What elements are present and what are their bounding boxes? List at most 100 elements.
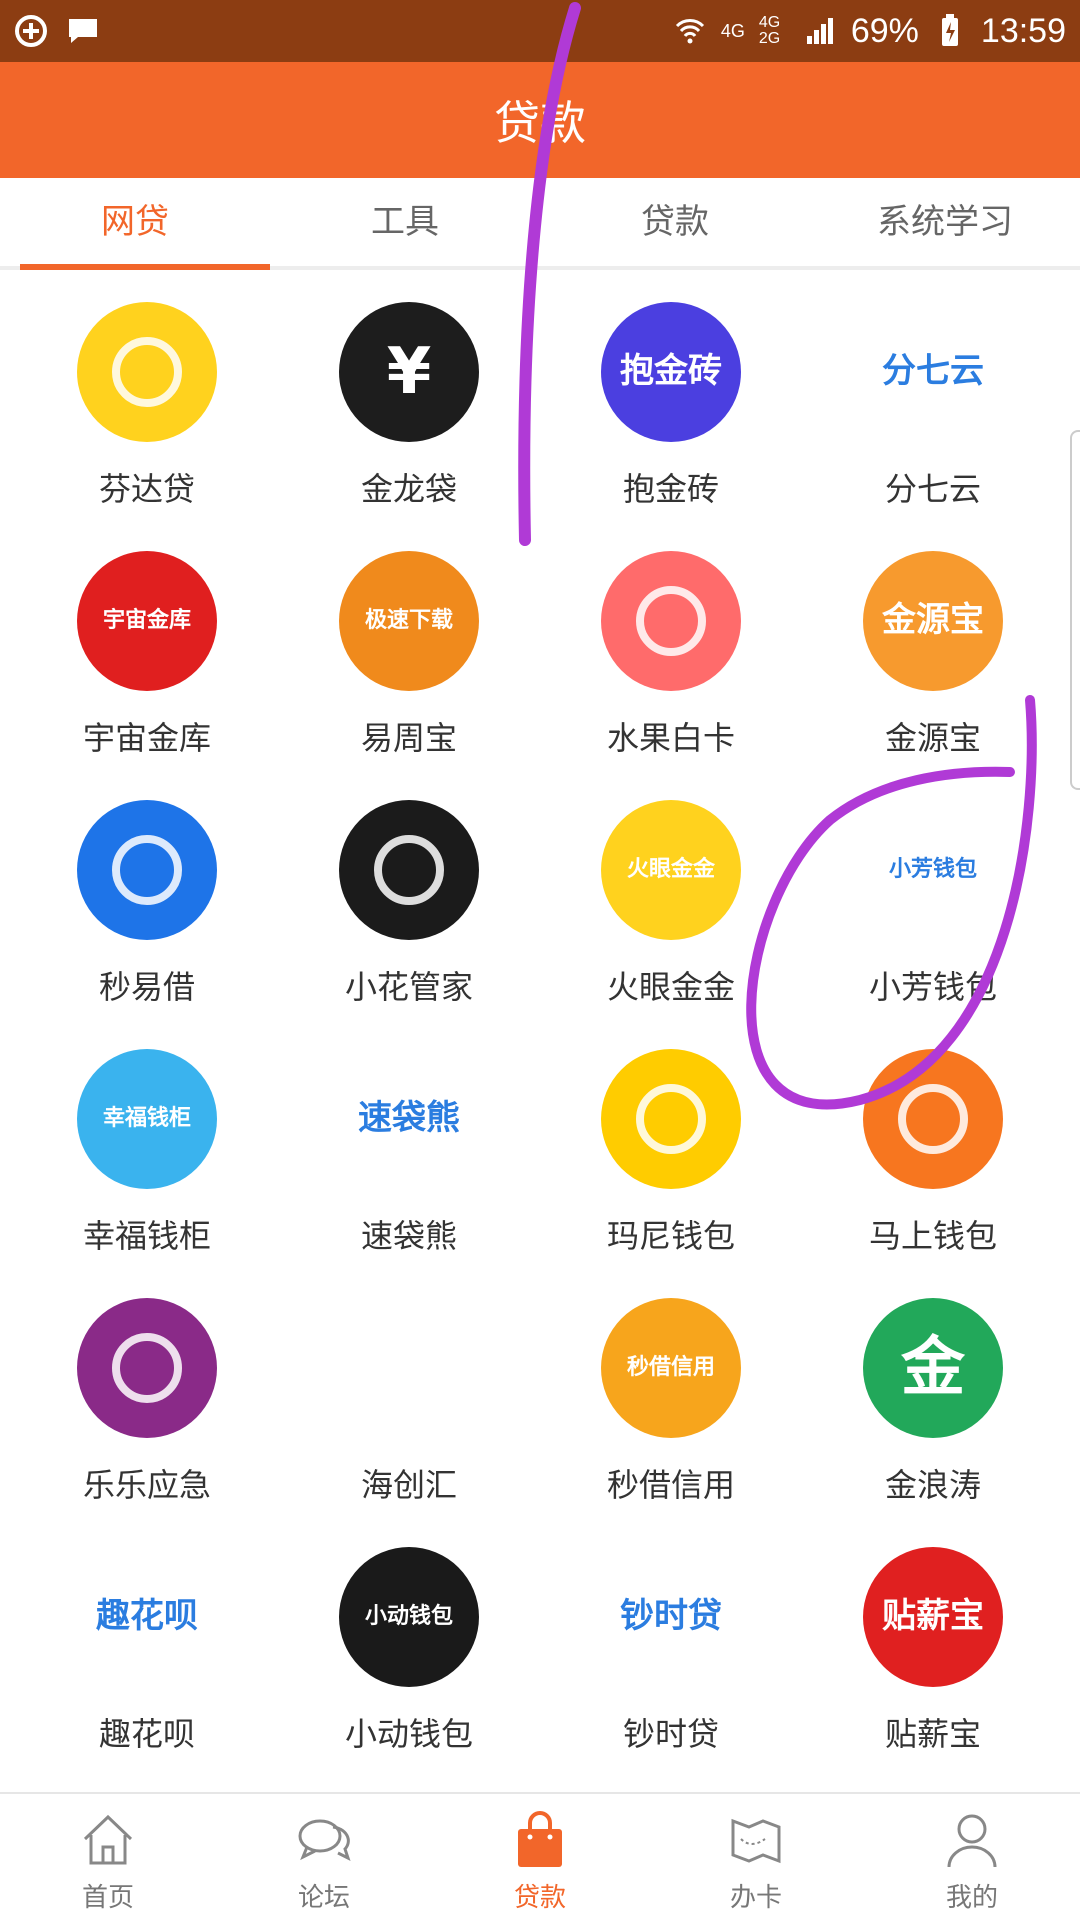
map-card-icon: [731, 1818, 781, 1864]
app-tile[interactable]: 速袋熊 速袋熊: [278, 1037, 540, 1286]
tab-loans[interactable]: 贷款: [540, 178, 810, 266]
app-tile[interactable]: ¥ 金龙袋: [278, 290, 540, 539]
icon-glyph: 小动钱包: [364, 1603, 453, 1629]
shopping-bag-icon: [518, 1811, 562, 1867]
chat-bubbles-icon: [298, 1819, 351, 1861]
app-label: 抱金砖: [622, 470, 719, 508]
page-title: 贷款: [494, 96, 586, 150]
icon-glyph: 秒借信用: [626, 1354, 715, 1380]
icon-shape: [898, 1084, 968, 1154]
app-label: 幸福钱柜: [82, 1217, 211, 1255]
message-icon: [66, 14, 100, 48]
scroll-indicator[interactable]: [1070, 430, 1080, 790]
tab-wangdai[interactable]: 网贷: [0, 178, 270, 270]
icon-glyph: 幸福钱柜: [102, 1105, 191, 1131]
status-bar: 4G 4G 2G 69% 13:59: [0, 0, 1080, 62]
moon-swirl-icon: [339, 1298, 479, 1438]
tab-system-learning[interactable]: 系统学习: [810, 178, 1080, 266]
app-tile[interactable]: 小花管家: [278, 788, 540, 1037]
app-label: 玛尼钱包: [606, 1217, 735, 1255]
gold-wave-icon: 金: [863, 1298, 1003, 1438]
category-tabs: 网贷 工具 贷款 系统学习: [0, 178, 1080, 270]
app-label: 小花管家: [344, 968, 473, 1006]
app-tile[interactable]: 火眼金金 火眼金金: [540, 788, 802, 1037]
wifi-icon: [673, 14, 707, 48]
app-label: 海创汇: [360, 1466, 457, 1504]
app-tile[interactable]: 抱金砖 抱金砖: [540, 290, 802, 539]
app-label: 马上钱包: [868, 1217, 997, 1255]
nav-home[interactable]: 首页: [0, 1794, 216, 1920]
yen-pouch-icon: ¥: [339, 302, 479, 442]
app-label: 金源宝: [884, 719, 981, 757]
icon-glyph: 抱金砖: [620, 351, 722, 392]
clock: 13:59: [980, 11, 1066, 50]
icon-shape: [374, 835, 444, 905]
app-tile[interactable]: 海创汇: [278, 1286, 540, 1535]
app-tile[interactable]: 贴薪宝 贴薪宝: [802, 1535, 1064, 1784]
signal-icon: [803, 14, 837, 48]
icon-shape: [636, 586, 706, 656]
cash-ticket-icon: 钞时贷: [601, 1547, 741, 1687]
app-tile[interactable]: 芬达贷: [16, 290, 278, 539]
icon-glyph: 钞时贷: [620, 1596, 722, 1637]
icon-glyph: 金源宝: [882, 600, 984, 641]
nav-forum-label: 论坛: [297, 1883, 350, 1913]
app-tile[interactable]: 秒易借: [16, 788, 278, 1037]
fruit-card-icon: [601, 551, 741, 691]
app-tile[interactable]: 乐乐应急: [16, 1286, 278, 1535]
nav-mine[interactable]: 我的: [864, 1794, 1080, 1920]
app-tile[interactable]: 秒借信用 秒借信用: [540, 1286, 802, 1535]
lock-circle-icon: [77, 800, 217, 940]
app-label: 趣花呗: [98, 1715, 195, 1753]
chick-icon: 贴薪宝: [863, 1547, 1003, 1687]
app-tile[interactable]: 金源宝 金源宝: [802, 539, 1064, 788]
green-wallet-icon: 小动钱包: [339, 1547, 479, 1687]
battery-charging-icon: [933, 14, 967, 48]
credit-icon: 秒借信用: [601, 1298, 741, 1438]
nav-forum[interactable]: 论坛: [216, 1794, 432, 1920]
app-tile[interactable]: 宇宙金库 宇宙金库: [16, 539, 278, 788]
app-label: 贴薪宝: [884, 1715, 981, 1753]
icon-shape: [112, 835, 182, 905]
app-tile[interactable]: 小动钱包 小动钱包: [278, 1535, 540, 1784]
emergency-ring-icon: [77, 1298, 217, 1438]
app-tile[interactable]: 金金浪涛: [802, 1286, 1064, 1535]
nav-mine-label: 我的: [945, 1883, 998, 1913]
icon-glyph: 分七云: [882, 351, 984, 392]
icon-glyph: 宇宙金库: [102, 607, 191, 633]
bull-icon: 极速下载: [339, 551, 479, 691]
app-tile[interactable]: 水果白卡: [540, 539, 802, 788]
app-tile[interactable]: 幸福钱柜 幸福钱柜: [16, 1037, 278, 1286]
network-type-2: 4G 2G: [758, 14, 781, 47]
happy-cabinet-icon: 幸福钱柜: [77, 1049, 217, 1189]
icon-shape: [112, 337, 182, 407]
app-grid: 芬达贷 ¥ 金龙袋 抱金砖 抱金砖 分七云 分七云 宇宙金库 宇宙金库 极速下载 易周宝 水果白卡 金源…: [0, 290, 1080, 1784]
icon-glyph: ¥: [386, 334, 432, 409]
location-add-icon: [14, 14, 48, 48]
tab-tools[interactable]: 工具: [270, 178, 540, 266]
icon-glyph: 小芳钱包: [888, 856, 977, 882]
icon-glyph: 趣花呗: [96, 1596, 198, 1637]
app-tile[interactable]: 小芳钱包 小芳钱包: [802, 788, 1064, 1037]
app-tile[interactable]: 马上钱包: [802, 1037, 1064, 1286]
app-label: 乐乐应急: [82, 1466, 211, 1504]
app-label: 水果白卡: [606, 719, 735, 757]
icon-glyph: 贴薪宝: [882, 1596, 984, 1637]
app-label: 宇宙金库: [82, 719, 211, 757]
nav-loans[interactable]: 贷款: [432, 1794, 648, 1920]
app-label: 芬达贷: [98, 470, 195, 508]
icon-glyph: 极速下载: [364, 607, 453, 633]
orange-fruit-icon: [77, 302, 217, 442]
nav-loans-label: 贷款: [513, 1883, 566, 1913]
app-tile[interactable]: 分七云 分七云: [802, 290, 1064, 539]
icon-glyph: 火眼金金: [626, 856, 715, 882]
app-tile[interactable]: 趣花呗 趣花呗: [16, 1535, 278, 1784]
money-wallet-icon: [601, 1049, 741, 1189]
home-icon: [83, 1814, 133, 1865]
app-tile[interactable]: 钞时贷 钞时贷: [540, 1535, 802, 1784]
nav-card[interactable]: 办卡: [648, 1794, 864, 1920]
app-tile[interactable]: 玛尼钱包: [540, 1037, 802, 1286]
gold-ingot-icon: 金源宝: [863, 551, 1003, 691]
icon-shape: [374, 1333, 444, 1403]
app-tile[interactable]: 极速下载 易周宝: [278, 539, 540, 788]
